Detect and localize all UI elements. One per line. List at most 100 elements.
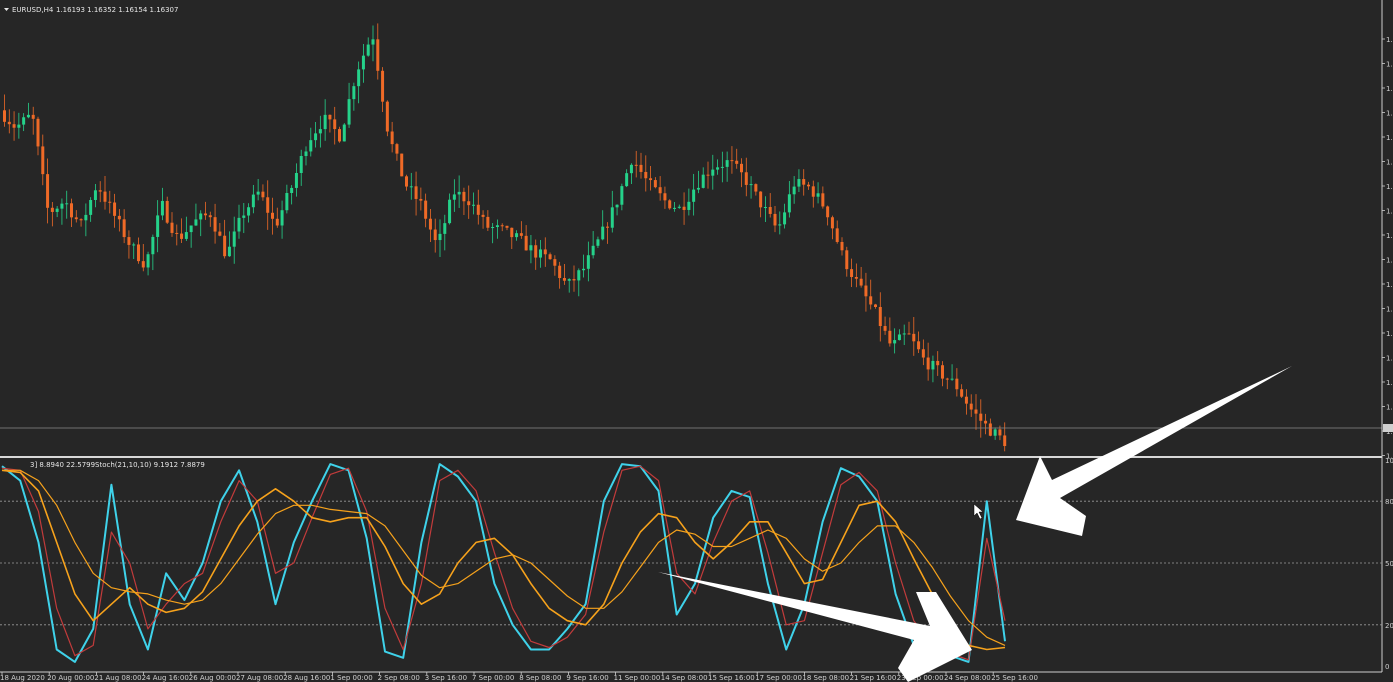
candle-body <box>979 413 983 421</box>
stoch-header: 3] 8.8940 22.5799 Stoch(21,10,10) 9.1912… <box>30 461 205 469</box>
candle-body <box>716 167 720 170</box>
candle-body <box>443 223 447 234</box>
candle-body <box>897 334 901 341</box>
candle-body <box>682 206 686 210</box>
candle-body <box>539 249 542 258</box>
time-axis-label: 27 Aug 08:00 <box>236 674 283 682</box>
candle-body <box>763 207 767 209</box>
stoch-axis-label: 50 <box>1385 560 1393 568</box>
time-axis-label: 2 Sep 08:00 <box>378 674 420 682</box>
candle-body <box>347 99 351 125</box>
candle-body <box>596 239 600 246</box>
candle-body <box>457 191 461 195</box>
candle-body <box>529 245 533 251</box>
candle-body <box>620 186 624 205</box>
candle-body <box>773 213 777 226</box>
candle-body <box>850 269 854 278</box>
candle-body <box>893 340 897 344</box>
stoch-axis-label: 100 <box>1385 457 1393 465</box>
candle-body <box>649 178 653 181</box>
candle-body <box>955 378 959 390</box>
candle-body <box>945 378 949 380</box>
candle-body <box>984 420 988 424</box>
candle-body <box>438 233 442 241</box>
candle-body <box>807 184 810 187</box>
price-axis-label: 1. <box>1386 134 1393 142</box>
panel-separator[interactable] <box>0 456 1382 458</box>
candle-body <box>673 207 676 209</box>
candle-body <box>381 70 385 102</box>
candle-body <box>65 203 69 205</box>
candle-body <box>7 121 11 125</box>
candle-body <box>591 245 595 256</box>
candle-body <box>194 219 198 226</box>
candle-body <box>486 216 490 228</box>
ohlc-values: 1.16193 1.16352 1.16154 1.16307 <box>56 6 178 14</box>
candle-body <box>342 124 346 142</box>
candle-body <box>921 349 925 358</box>
candle-body <box>495 225 499 228</box>
candle-body <box>481 214 485 217</box>
candle-body <box>830 217 834 229</box>
candle-body <box>902 333 906 335</box>
price-axis-label: 1. <box>1386 404 1393 412</box>
symbol-label: EURUSD,H4 <box>12 6 54 14</box>
price-axis-label: 1. <box>1386 183 1393 191</box>
time-axis-label: 18 Sep 08:00 <box>802 674 849 682</box>
candle-body <box>204 213 207 216</box>
candle-body <box>519 233 523 236</box>
time-axis-label: 14 Sep 08:00 <box>661 674 708 682</box>
candle-body <box>12 124 16 128</box>
candle-body <box>749 184 753 186</box>
candle-body <box>964 396 968 404</box>
candle-body <box>55 208 59 212</box>
candle-body <box>213 217 217 232</box>
candle-body <box>888 330 892 344</box>
candle-body <box>314 133 318 141</box>
stoch-axis-label: 20 <box>1385 622 1393 630</box>
candle-body <box>17 124 21 128</box>
candle-body <box>582 268 586 271</box>
candle-body <box>854 277 858 279</box>
candle-body <box>553 259 557 266</box>
candle-body <box>883 326 887 331</box>
candle-body <box>467 201 471 206</box>
candle-body <box>223 235 227 257</box>
price-axis-label: 1. <box>1386 306 1393 314</box>
candle-body <box>969 403 973 410</box>
candle-body <box>141 261 145 268</box>
candle-body <box>357 69 361 87</box>
candle-body <box>84 214 88 221</box>
candle-body <box>744 172 748 185</box>
candle-body <box>625 173 629 187</box>
candle-body <box>208 215 212 218</box>
candle-body <box>572 279 576 281</box>
candle-body <box>156 215 160 237</box>
candle-body <box>988 423 992 436</box>
time-axis: 18 Aug 2020 20 Aug 00:00 21 Aug 08:00 24 Au… <box>0 672 1038 682</box>
candle-body <box>419 198 423 201</box>
candle-body <box>998 429 1002 436</box>
candle-body <box>639 164 643 172</box>
candle-body <box>759 191 763 208</box>
candle-body <box>242 215 246 218</box>
candle-body <box>175 232 179 234</box>
candle-body <box>189 225 193 233</box>
candle-body <box>93 190 97 200</box>
price-axis-label: 1. <box>1386 281 1393 289</box>
candle-body <box>558 265 562 279</box>
candle-body <box>108 201 112 203</box>
price-header: EURUSD,H4 1.16193 1.16352 1.16154 1.1630… <box>4 6 178 14</box>
price-axis-label: 1. <box>1386 61 1393 69</box>
price-axis-label: 1. <box>1386 428 1393 436</box>
candle-body <box>89 199 93 215</box>
candle-body <box>50 207 54 212</box>
candle-body <box>160 200 164 216</box>
candle-body <box>644 171 648 179</box>
candle-body <box>864 285 868 297</box>
candle-body <box>79 219 83 221</box>
candle-body <box>787 194 791 213</box>
stoch-axis-label: 0 <box>1385 663 1389 671</box>
candle-body <box>696 187 700 190</box>
candle-body <box>500 225 504 227</box>
